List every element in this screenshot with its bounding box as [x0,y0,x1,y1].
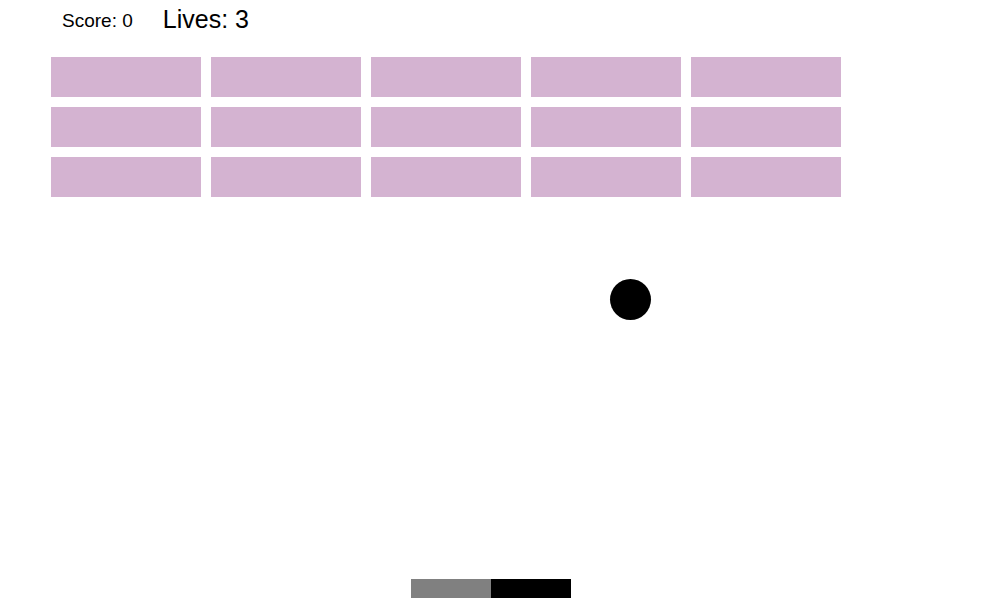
brick [211,107,361,147]
brick [51,157,201,197]
brick [691,157,841,197]
hud: Score: 0 Lives: 3 [0,0,986,36]
brick [531,157,681,197]
game-screen: Score: 0 Lives: 3 [0,0,986,598]
brick [51,107,201,147]
brick [531,57,681,97]
ball [610,279,651,320]
brick [211,157,361,197]
score-label: Score: 0 [62,6,133,36]
brick [691,107,841,147]
brick-row [51,157,986,197]
paddle[interactable] [411,579,571,598]
brick [371,157,521,197]
brick [211,57,361,97]
brick [371,57,521,97]
brick-row [51,57,986,97]
paddle-segment [411,579,491,598]
brick [691,57,841,97]
brick [371,107,521,147]
brick-row [51,107,986,147]
brick-wall [51,57,986,197]
brick [531,107,681,147]
paddle-segment [491,579,571,598]
brick [51,57,201,97]
lives-label: Lives: 3 [163,2,249,36]
